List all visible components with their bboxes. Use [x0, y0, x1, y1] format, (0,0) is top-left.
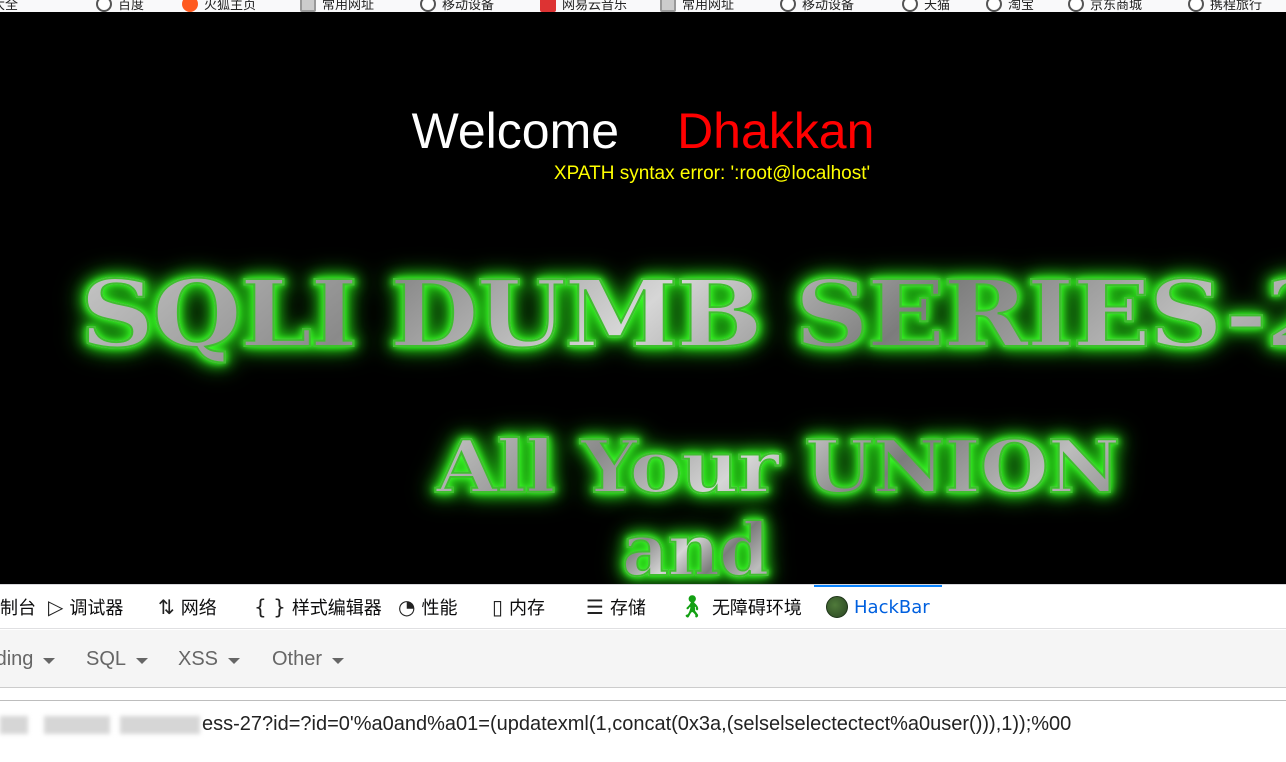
- bookmark-label: 新手上路大全: [0, 0, 19, 12]
- bookmark-item[interactable]: 常用网址: [660, 0, 734, 12]
- bookmark-label: 淘宝: [1008, 0, 1035, 12]
- globe-icon: [420, 0, 436, 12]
- bookmark-item[interactable]: 移动设备: [780, 0, 854, 12]
- hackbar-icon: [826, 596, 848, 618]
- bookmark-item[interactable]: 京东商城: [1068, 0, 1142, 12]
- bookmark-item[interactable]: 百度: [96, 0, 144, 12]
- tab-performance[interactable]: ◔ 性能: [398, 585, 457, 629]
- redacted-url-part: [44, 716, 110, 734]
- globe-icon: [902, 0, 918, 12]
- globe-icon: [1068, 0, 1084, 12]
- network-icon: ⇅: [158, 595, 175, 619]
- debugger-icon: ▷: [48, 595, 64, 619]
- menu-xss[interactable]: XSS: [178, 648, 241, 671]
- globe-icon: [1188, 0, 1204, 12]
- user-name: Dhakkan: [677, 103, 875, 159]
- bookmarks-toolbar: 新手上路大全 百度 火狐主页 常用网址 移动设备 网易云音乐 常用网址 移动设备…: [0, 0, 1286, 12]
- tab-console[interactable]: 控制台: [0, 585, 36, 629]
- welcome-text: Welcome: [411, 103, 620, 159]
- hackbar-menu-bar: Encoding SQL XSS Other: [0, 630, 1286, 688]
- globe-icon: [96, 0, 112, 12]
- caret-down-icon: [332, 657, 345, 664]
- redacted-url-part: [120, 716, 200, 734]
- bookmark-item[interactable]: 常用网址: [300, 0, 374, 12]
- error-message: XPATH syntax error: ':root@localhost': [553, 163, 871, 184]
- page-viewport: Welcome Dhakkan XPATH syntax error: ':roo…: [0, 12, 1286, 584]
- tab-accessibility[interactable]: 🚶︎ 无障碍环境: [678, 585, 802, 629]
- bookmark-item[interactable]: 新手上路大全: [0, 0, 18, 12]
- tab-storage[interactable]: ☰ 存储: [586, 585, 646, 629]
- tab-label: HackBar: [854, 596, 930, 618]
- banner-title: SQLI DUMB SERIES-2: [79, 259, 1286, 369]
- bookmark-item[interactable]: 携程旅行: [1188, 0, 1262, 12]
- url-input[interactable]: ess-27?id=?id=0'%a0and%a01=(updatexml(1,…: [202, 713, 1282, 736]
- tab-label: 网络: [180, 598, 217, 619]
- bookmark-label: 百度: [118, 0, 145, 12]
- bookmark-label: 网易云音乐: [562, 0, 628, 12]
- accessibility-icon: 🚶︎: [678, 594, 706, 620]
- memory-icon: ▯: [492, 595, 504, 619]
- bookmark-label: 常用网址: [682, 0, 735, 12]
- tab-label: 控制台: [0, 598, 36, 619]
- tab-hackbar[interactable]: HackBar: [814, 585, 942, 629]
- bookmark-item[interactable]: 天猫: [902, 0, 950, 12]
- caret-down-icon: [136, 657, 149, 664]
- bookmark-label: 常用网址: [322, 0, 375, 12]
- bookmark-label: 火狐主页: [204, 0, 257, 12]
- menu-encoding[interactable]: Encoding: [0, 648, 56, 671]
- folder-icon: [300, 0, 316, 12]
- caret-down-icon: [43, 657, 56, 664]
- tab-debugger[interactable]: ▷ 调试器: [48, 585, 123, 629]
- tab-label: 内存: [509, 598, 546, 619]
- bookmark-item[interactable]: 淘宝: [986, 0, 1034, 12]
- devtools-toolbar: 控制台 ▷ 调试器 ⇅ 网络 { } 样式编辑器 ◔ 性能 ▯ 内存 ☰ 存储 …: [0, 584, 1286, 629]
- menu-label: SQL: [86, 648, 127, 670]
- tab-network[interactable]: ⇅ 网络: [158, 585, 217, 629]
- style-editor-icon: { }: [254, 595, 286, 619]
- tab-label: 性能: [421, 598, 458, 619]
- caret-down-icon: [228, 657, 241, 664]
- performance-icon: ◔: [398, 595, 416, 619]
- bookmark-item[interactable]: 网易云音乐: [540, 0, 627, 12]
- globe-icon: [780, 0, 796, 12]
- storage-icon: ☰: [586, 595, 604, 619]
- menu-label: Encoding: [0, 648, 34, 670]
- menu-label: XSS: [178, 648, 219, 670]
- welcome-heading: Welcome Dhakkan: [0, 102, 1286, 160]
- banner-subtitle-2: and: [621, 506, 770, 584]
- bookmark-label: 京东商城: [1090, 0, 1143, 12]
- globe-icon: [986, 0, 1002, 12]
- tab-label: 存储: [609, 598, 646, 619]
- bookmark-item[interactable]: 移动设备: [420, 0, 494, 12]
- bookmark-label: 携程旅行: [1210, 0, 1263, 12]
- banner-subtitle: All Your UNION: [435, 423, 1121, 510]
- tab-label: 样式编辑器: [291, 598, 382, 619]
- folder-icon: [660, 0, 676, 12]
- bookmark-label: 移动设备: [802, 0, 855, 12]
- menu-label: Other: [272, 648, 323, 670]
- bookmark-label: 天猫: [924, 0, 951, 12]
- tab-label: 调试器: [69, 598, 124, 619]
- redacted-url-part: [0, 716, 28, 734]
- tab-label: 无障碍环境: [711, 598, 802, 619]
- bookmark-label: 移动设备: [442, 0, 495, 12]
- bookmark-item[interactable]: 火狐主页: [182, 0, 256, 12]
- red-app-icon: [540, 0, 556, 12]
- tab-memory[interactable]: ▯ 内存: [492, 585, 545, 629]
- menu-other[interactable]: Other: [272, 648, 345, 671]
- menu-sql[interactable]: SQL: [86, 648, 149, 671]
- firefox-icon: [182, 0, 198, 12]
- tab-style-editor[interactable]: { } 样式编辑器: [254, 585, 382, 629]
